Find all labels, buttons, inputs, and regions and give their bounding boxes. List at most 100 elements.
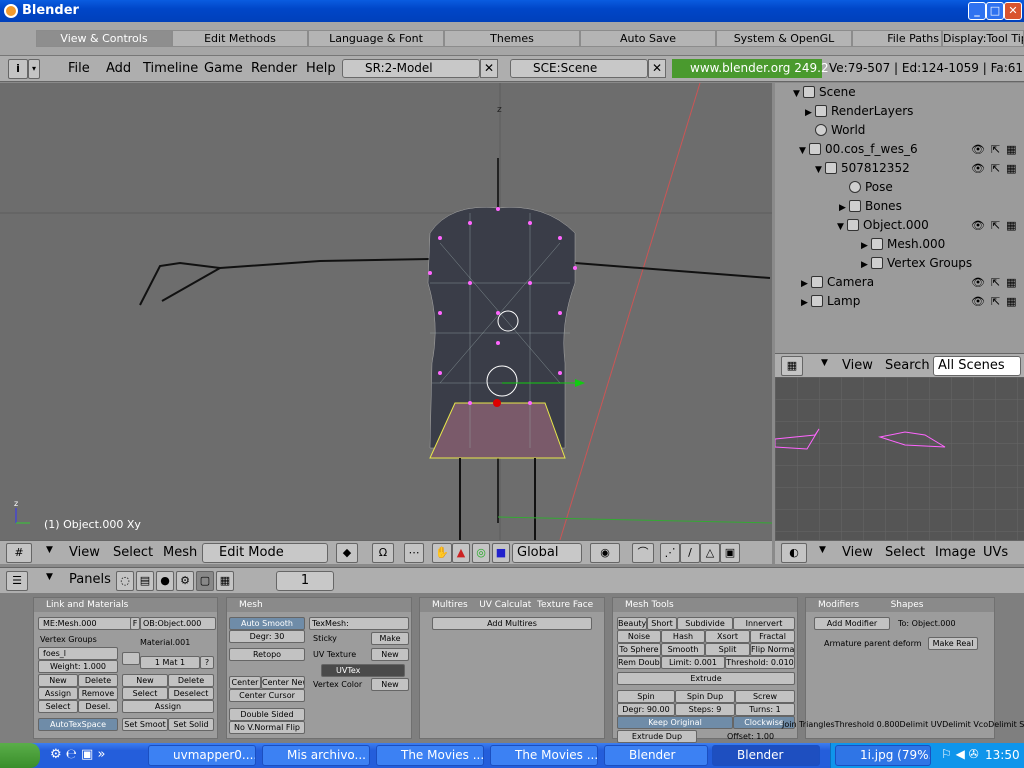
fake-user-button[interactable]: F xyxy=(130,617,140,630)
visibility-icons[interactable]: 👁⇱▦ xyxy=(971,292,1023,311)
fractal-button[interactable]: Fractal xyxy=(750,630,795,643)
double-sided-toggle[interactable]: Double Sided xyxy=(229,708,305,721)
chevron-down-icon[interactable]: ▼ xyxy=(46,572,53,582)
tab-auto-save[interactable]: Auto Save xyxy=(580,30,716,47)
tab-shapes[interactable]: Shapes xyxy=(891,600,924,610)
tab-view-controls[interactable]: View & Controls xyxy=(36,30,172,47)
set-smooth-button[interactable]: Set Smoot xyxy=(122,718,168,731)
quicklaunch-icons[interactable]: ⚙ ℮ ▣ » xyxy=(50,747,105,762)
vertex-group-select[interactable]: foes_l xyxy=(38,647,118,660)
vgroup-delete-button[interactable]: Delete xyxy=(78,674,118,687)
smooth-degrees-field[interactable]: Degr: 30 xyxy=(229,630,305,643)
scale-icon[interactable]: ■ xyxy=(492,543,510,563)
uv-editor-icon[interactable]: ◐ xyxy=(781,543,807,563)
remove-doubles-button[interactable]: Rem Doubl xyxy=(617,656,661,669)
shading-icon[interactable]: ● xyxy=(156,571,174,591)
vgroup-assign-button[interactable]: Assign xyxy=(38,687,78,700)
vgroup-new-button[interactable]: New xyxy=(38,674,78,687)
outliner-item-armature[interactable]: ▼ 00.cos_f_wes_6 👁⇱▦ xyxy=(799,140,1024,159)
pivot-icon[interactable]: ⋯ xyxy=(404,543,424,563)
no-normal-flip-toggle[interactable]: No V.Normal Flip xyxy=(229,721,305,734)
material-deselect-button[interactable]: Deselect xyxy=(168,687,214,700)
tab-edit-methods[interactable]: Edit Methods xyxy=(172,30,308,47)
innervert-select[interactable]: Innervert xyxy=(733,617,795,630)
tab-multires[interactable]: Multires xyxy=(432,600,468,610)
tab-file-paths[interactable]: File Paths xyxy=(852,30,942,47)
task-the-movies-1[interactable]: The Movies ... xyxy=(376,745,484,766)
outliner-menu-view[interactable]: View xyxy=(842,358,873,373)
mode-select[interactable]: Edit Mode xyxy=(202,543,328,563)
outliner-item-mesh000[interactable]: ▶ Mesh.000 xyxy=(861,235,945,254)
maximize-button[interactable]: □ xyxy=(986,2,1004,20)
minimize-button[interactable]: _ xyxy=(968,2,986,20)
task-mis-archivos[interactable]: Mis archivo... xyxy=(262,745,370,766)
retopo-toggle[interactable]: Retopo xyxy=(229,648,305,661)
chevron-down-icon[interactable]: ▼ xyxy=(819,545,826,555)
tray-icons[interactable]: ⚐ ◀ ✇ xyxy=(941,747,979,761)
outliner-menu-search[interactable]: Search xyxy=(885,358,930,373)
material-new-button[interactable]: New xyxy=(122,674,168,687)
short-toggle[interactable]: Short xyxy=(647,617,677,630)
screen-selector[interactable]: SR:2-Model xyxy=(342,59,480,78)
proportional-icon[interactable]: ◉ xyxy=(590,543,620,563)
uv-menu-view[interactable]: View xyxy=(842,545,873,560)
make-real-button[interactable]: Make Real xyxy=(928,637,978,650)
magnet-icon[interactable]: Ω xyxy=(372,543,394,563)
start-button[interactable] xyxy=(0,743,40,768)
script-icon[interactable]: ▤ xyxy=(136,571,154,591)
task-the-movies-2[interactable]: The Movies ... xyxy=(490,745,598,766)
outliner-item-bones[interactable]: ▶ Bones xyxy=(839,197,902,216)
chevron-down-icon[interactable]: ▼ xyxy=(821,358,828,368)
frame-field[interactable]: 1 xyxy=(276,571,334,591)
material-assign-button[interactable]: Assign xyxy=(122,700,214,713)
material-delete-button[interactable]: Delete xyxy=(168,674,214,687)
menu-file[interactable]: File xyxy=(68,61,90,76)
occlude-icon[interactable]: ⌒ xyxy=(632,543,654,563)
occlude-toggle-icon[interactable]: ▣ xyxy=(720,543,740,563)
tab-language-font[interactable]: Language & Font xyxy=(308,30,444,47)
visibility-icons[interactable]: 👁⇱▦ xyxy=(971,159,1023,178)
outliner-item-world[interactable]: World xyxy=(805,121,865,140)
task-uvmapper[interactable]: uvmapper0.... xyxy=(148,745,256,766)
center-cursor-button[interactable]: Center Cursor xyxy=(229,689,305,702)
spin-degrees-field[interactable]: Degr: 90.00 xyxy=(617,703,675,716)
auto-smooth-toggle[interactable]: Auto Smooth xyxy=(229,617,305,630)
close-button[interactable]: ✕ xyxy=(1004,2,1022,20)
delete-screen-button[interactable]: ✕ xyxy=(480,59,498,78)
split-button[interactable]: Split xyxy=(705,643,750,656)
subdivide-button[interactable]: Subdivide xyxy=(677,617,733,630)
outliner-item-lamp[interactable]: ▶ Lamp 👁⇱▦ xyxy=(801,292,1024,311)
material-color-swatch[interactable] xyxy=(122,652,140,665)
chevron-down-icon[interactable]: ▼ xyxy=(46,545,53,555)
buttons-editor-icon[interactable]: ☰ xyxy=(6,571,28,591)
spin-button[interactable]: Spin xyxy=(617,690,675,703)
texmesh-field[interactable]: TexMesh: xyxy=(309,617,409,630)
menu-help[interactable]: Help xyxy=(306,61,336,76)
outliner-item-camera[interactable]: ▶ Camera 👁⇱▦ xyxy=(801,273,1024,292)
threshold-field[interactable]: Threshold: 0.010 xyxy=(725,656,795,669)
object-name-field[interactable]: OB:Object.000 xyxy=(140,617,216,630)
steps-field[interactable]: Steps: 9 xyxy=(675,703,735,716)
translate-icon[interactable]: ▲ xyxy=(452,543,470,563)
autotexspace-toggle[interactable]: AutoTexSpace xyxy=(38,718,118,731)
xsort-button[interactable]: Xsort xyxy=(705,630,750,643)
center-new-button[interactable]: Center New xyxy=(261,676,305,689)
menu-game[interactable]: Game xyxy=(204,61,243,76)
mesh-name-field[interactable]: ME:Mesh.000 xyxy=(38,617,136,630)
menu-render[interactable]: Render xyxy=(251,61,297,76)
outliner-item-507812352[interactable]: ▼ 507812352 👁⇱▦ xyxy=(815,159,1024,178)
material-help[interactable]: ? xyxy=(200,656,214,669)
menu-add[interactable]: Add xyxy=(106,61,131,76)
rotate-icon[interactable]: ◎ xyxy=(472,543,490,563)
outliner-item-pose[interactable]: Pose xyxy=(849,178,893,197)
scene-selector[interactable]: SCE:Scene xyxy=(510,59,648,78)
task-image-viewer[interactable]: 1i.jpg (79%... xyxy=(835,745,931,766)
tab-display-tooltips[interactable]: Display:Tool Tips xyxy=(942,30,1024,47)
orientation-select[interactable]: Global xyxy=(512,543,582,563)
edge-select-icon[interactable]: / xyxy=(680,543,700,563)
delete-scene-button[interactable]: ✕ xyxy=(648,59,666,78)
visibility-icons[interactable]: 👁⇱▦ xyxy=(971,216,1023,235)
tab-texture-face[interactable]: Texture Face xyxy=(537,600,593,610)
outliner-scope-select[interactable]: All Scenes xyxy=(933,356,1021,376)
add-modifier-button[interactable]: Add Modifier xyxy=(814,617,890,630)
